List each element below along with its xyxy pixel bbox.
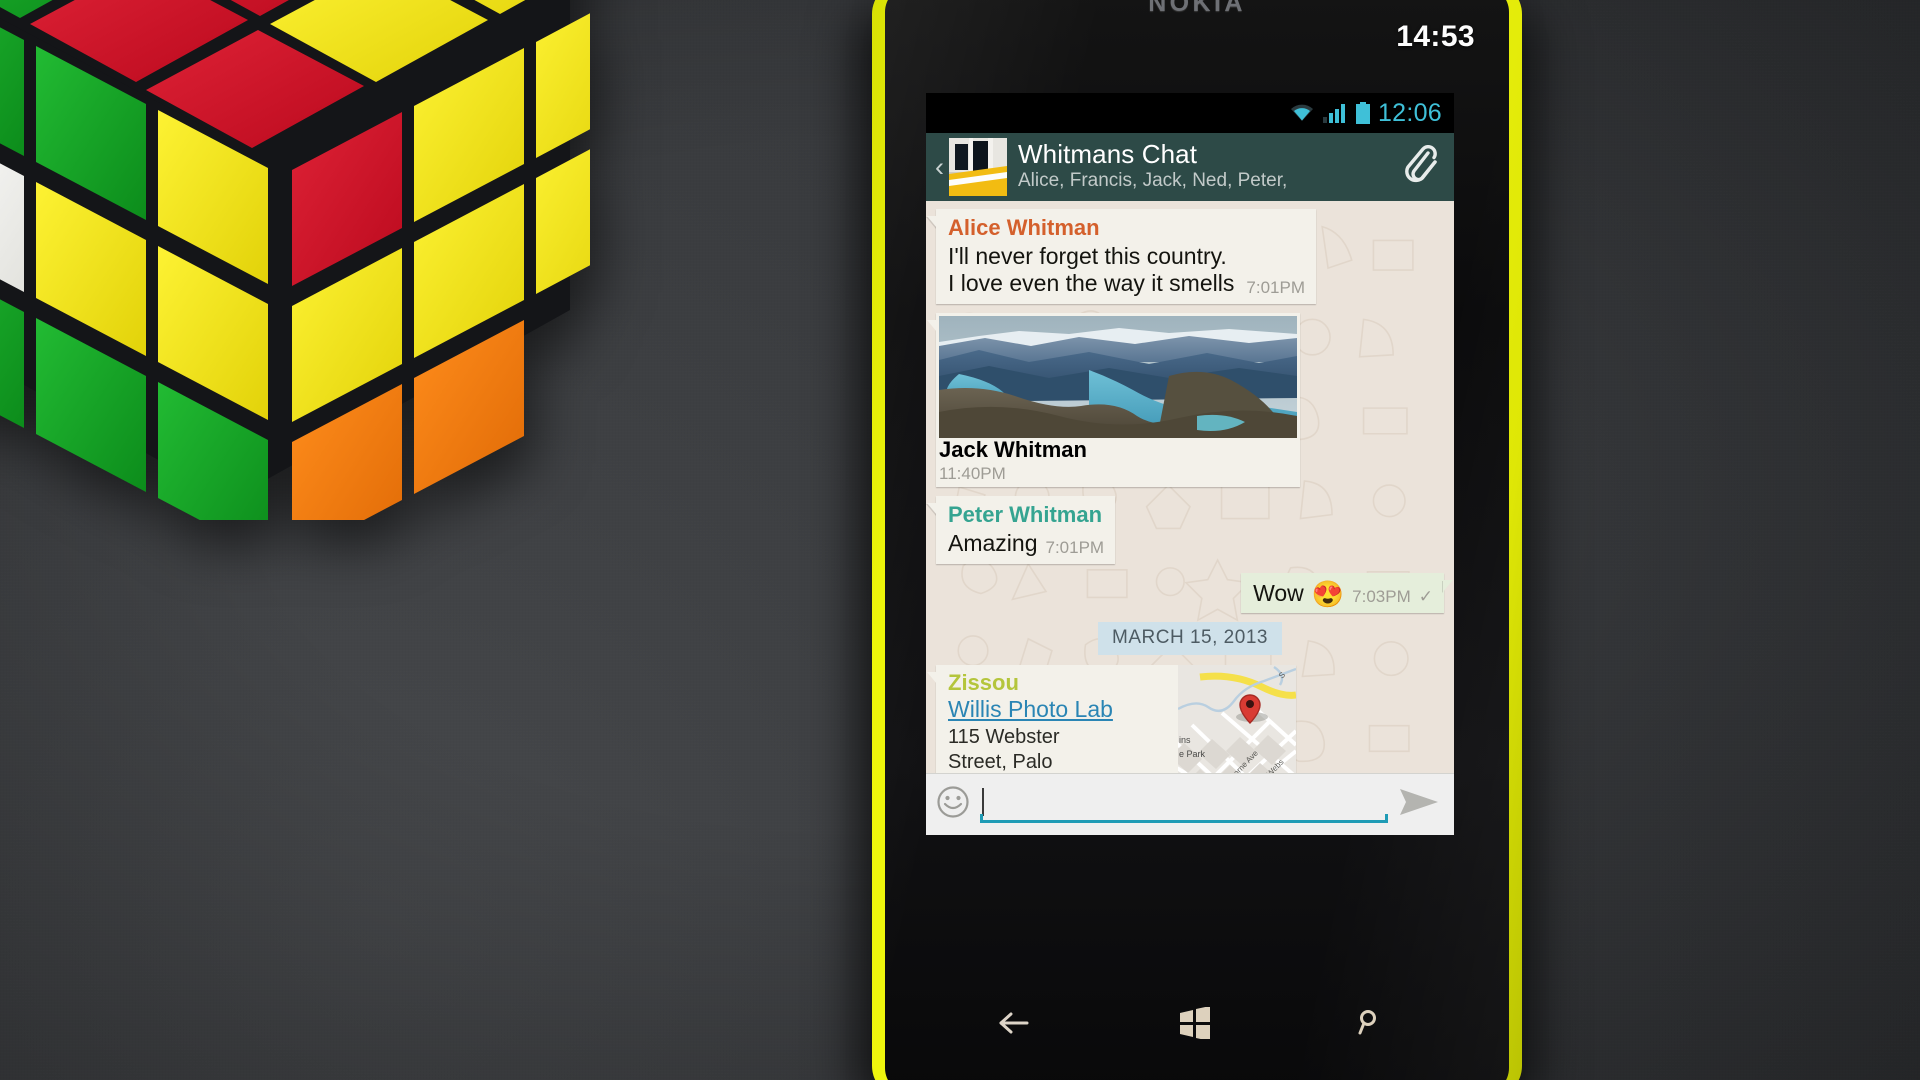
search-icon[interactable] <box>1353 1008 1383 1043</box>
message-bubble-photo[interactable]: Jack Whitman 11:40PM <box>927 312 1300 488</box>
date-divider-label: MARCH 15, 2013 <box>1098 622 1282 656</box>
chat-message-list[interactable]: Alice Whitman I'll never forget this cou… <box>926 201 1454 773</box>
location-address-line1: 115 Webster <box>948 725 1060 748</box>
message-text: Wow <box>1253 579 1304 606</box>
messages-container: Alice Whitman I'll never forget this cou… <box>927 209 1444 773</box>
phone-bezel: NOKIA 14:53 12:06 ‹ Whitmans Chat Alice,… <box>885 0 1509 1080</box>
avatar[interactable] <box>949 138 1007 196</box>
location-details: Zissou Willis Photo Lab 115 Webster Stre… <box>936 665 1178 773</box>
nokia-lumia-phone: NOKIA 14:53 12:06 ‹ Whitmans Chat Alice,… <box>872 0 1522 1080</box>
input-underline <box>980 813 1388 823</box>
overlay-clock: 14:53 <box>1396 20 1475 53</box>
battery-icon <box>1355 102 1371 124</box>
delivery-tick-icon: ✓ <box>1418 587 1433 607</box>
chat-header: ‹ Whitmans Chat Alice, Francis, Jack, Ne… <box>926 133 1454 201</box>
message-bubble-location[interactable]: Zissou Willis Photo Lab 115 Webster Stre… <box>927 665 1296 773</box>
svg-text:e Park: e Park <box>1179 749 1206 759</box>
message-content: Amazing 7:01PM <box>948 530 1104 558</box>
location-address-line2: Street, Palo Alto, <box>948 750 1053 773</box>
message-content: Wow 😍 7:03PM ✓ <box>1253 580 1433 608</box>
text-caret <box>982 787 984 816</box>
message-bubble-incoming[interactable]: Alice Whitman I'll never forget this cou… <box>936 209 1316 304</box>
android-status-bar: 12:06 <box>926 93 1454 133</box>
message-row[interactable]: Jack Whitman 11:40PM <box>927 312 1444 488</box>
phone-screen: 12:06 ‹ Whitmans Chat Alice, Francis, Ja… <box>926 93 1454 835</box>
message-row[interactable]: Wow 😍 7:03PM ✓ <box>936 572 1444 614</box>
message-text: I'll never forget this country. I love e… <box>948 242 1235 297</box>
message-row[interactable]: Zissou Willis Photo Lab 115 Webster Stre… <box>927 665 1444 773</box>
back-chevron-icon[interactable]: ‹ <box>930 153 949 181</box>
message-input-bar[interactable] <box>926 773 1454 835</box>
message-time: 7:01PM <box>1045 537 1105 557</box>
nokia-brand-logo: NOKIA <box>1148 0 1246 17</box>
chat-header-text: Whitmans Chat Alice, Francis, Jack, Ned,… <box>1018 141 1396 192</box>
message-time: 7:01PM <box>1246 277 1305 297</box>
message-sender: Peter Whitman <box>948 502 1103 528</box>
message-text: Amazing <box>948 530 1038 557</box>
message-sender: Zissou <box>948 670 1019 696</box>
location-address-row: Street, Palo Alto, 11:39AM <box>948 749 1168 773</box>
message-bubble-incoming[interactable]: Peter Whitman Amazing 7:01PM <box>936 496 1116 564</box>
wifi-icon <box>1289 103 1315 123</box>
smiley-icon[interactable] <box>936 785 970 824</box>
message-sender: Alice Whitman <box>948 215 1100 240</box>
status-bar-time: 12:06 <box>1377 98 1442 127</box>
message-time: 7:03PM <box>1352 587 1411 607</box>
map-thumbnail[interactable]: ins e Park thorne Ave Webs S <box>1178 665 1296 773</box>
message-content: I'll never forget this country. I love e… <box>948 243 1305 298</box>
svg-text:ins: ins <box>1179 735 1191 745</box>
rubiks-cube <box>0 0 590 520</box>
chat-participants: Alice, Francis, Jack, Ned, Peter, <box>1018 170 1288 192</box>
emoji-heart-eyes-icon: 😍 <box>1311 579 1345 610</box>
back-arrow-icon[interactable] <box>997 1010 1037 1041</box>
windows-logo-icon[interactable] <box>1178 1005 1212 1044</box>
send-icon[interactable] <box>1398 785 1444 824</box>
message-input-field[interactable] <box>980 783 1388 827</box>
message-row[interactable]: Peter Whitman Amazing 7:01PM <box>936 496 1444 564</box>
photo-attachment[interactable] <box>939 315 1297 438</box>
message-row[interactable]: Alice Whitman I'll never forget this cou… <box>936 209 1444 304</box>
location-place-link[interactable]: Willis Photo Lab <box>948 696 1168 723</box>
windows-phone-nav-bar[interactable] <box>926 996 1454 1054</box>
message-time: 11:40PM <box>939 464 1006 484</box>
signal-icon <box>1322 103 1348 123</box>
chat-title: Whitmans Chat <box>1018 139 1198 170</box>
date-divider: MARCH 15, 2013 <box>936 622 1444 656</box>
message-sender: Jack Whitman <box>939 436 1087 462</box>
paperclip-icon[interactable] <box>1396 142 1444 193</box>
message-bubble-outgoing[interactable]: Wow 😍 7:03PM ✓ <box>1241 572 1444 614</box>
